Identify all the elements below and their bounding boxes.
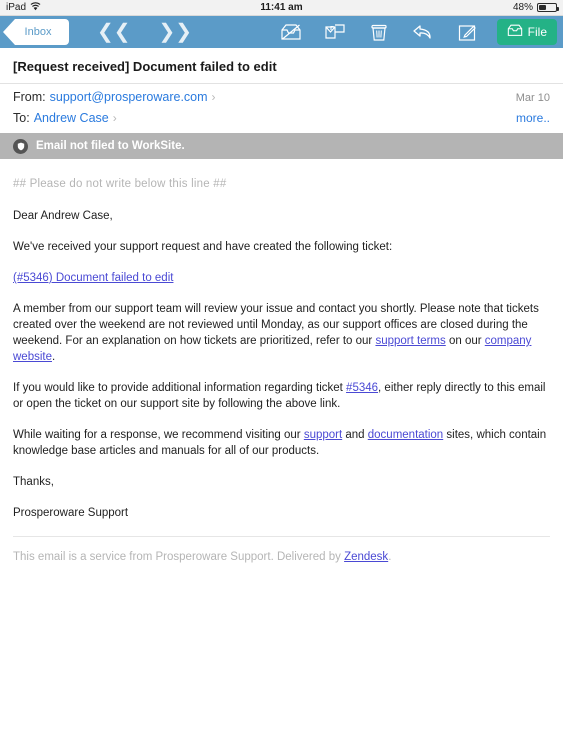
signature-text: Prosperoware Support (13, 507, 129, 519)
filing-status-text: Email not filed to WorkSite. (36, 140, 185, 152)
toolbar: Inbox ❮❮ ❯❯ File (0, 16, 563, 48)
status-bar-right: 48% (512, 2, 559, 13)
documentation-link[interactable]: documentation (368, 429, 443, 441)
status-bar: iPad 11:41 am 48% (0, 0, 563, 16)
email-footer: This email is a service from Prosperowar… (13, 549, 550, 565)
paragraph-additional-info: If you would like to provide additional … (13, 380, 550, 412)
footer-text-b: . (388, 551, 392, 563)
to-label: To: (13, 111, 30, 125)
from-label: From: (13, 90, 46, 104)
zendesk-link[interactable]: Zendesk (344, 551, 388, 563)
chevron-right-icon[interactable]: › (212, 90, 216, 104)
para4-text-b: and (342, 429, 368, 441)
ticket-title-link[interactable]: (#5346) Document failed to edit (13, 270, 173, 286)
intro-text: We've received your support request and … (13, 241, 393, 253)
battery-percent-label: 48% (512, 2, 533, 13)
compose-icon[interactable] (452, 19, 482, 45)
from-row: From: support@prosperoware.com › Mar 10 (0, 84, 563, 109)
do-not-write-below-line: ## Please do not write below this line #… (13, 178, 227, 190)
battery-icon (537, 3, 559, 12)
chevron-right-icon[interactable]: › (113, 111, 117, 125)
thanks-text: Thanks, (13, 476, 54, 488)
file-tray-icon (507, 24, 523, 40)
support-link[interactable]: support (304, 429, 342, 441)
message-subject: [Request received] Document failed to ed… (0, 48, 563, 84)
file-button-label: File (527, 25, 547, 39)
back-to-inbox-button[interactable]: Inbox (3, 19, 69, 45)
filing-status-banner[interactable]: Email not filed to WorkSite. (0, 133, 563, 159)
footer-text-a: This email is a service from Prosperowar… (13, 551, 345, 563)
to-row: To: Andrew Case › more.. (0, 109, 563, 133)
chevron-double-right-icon[interactable]: ❯❯ (145, 22, 207, 42)
battery-fill (539, 5, 546, 10)
message-date: Mar 10 (515, 92, 550, 104)
from-address-link[interactable]: support@prosperoware.com (50, 90, 208, 104)
file-button[interactable]: File (496, 19, 557, 45)
trash-icon[interactable] (364, 19, 394, 45)
move-to-folder-icon[interactable] (320, 19, 350, 45)
device-name: iPad (6, 2, 27, 13)
to-recipient-link[interactable]: Andrew Case (34, 111, 109, 125)
status-bar-clock: 11:41 am (260, 2, 303, 13)
reply-icon[interactable] (408, 19, 438, 45)
para4-text-a: While waiting for a response, we recomme… (13, 429, 304, 441)
paragraph-resources: While waiting for a response, we recomme… (13, 427, 550, 459)
para2-text-c: . (52, 351, 56, 363)
para2-text-b: on our (445, 335, 485, 347)
more-details-link[interactable]: more.. (516, 111, 550, 125)
status-bar-left: iPad (6, 1, 41, 14)
greeting-text: Dear Andrew Case, (13, 210, 113, 222)
back-button-label: Inbox (24, 26, 52, 38)
email-body: ## Please do not write below this line #… (0, 159, 563, 565)
shield-icon (13, 138, 28, 154)
para3-text-a: If you would like to provide additional … (13, 382, 347, 394)
wifi-icon (30, 1, 41, 14)
support-terms-link[interactable]: support terms (375, 335, 445, 347)
paragraph-support-team: A member from our support team will revi… (13, 301, 550, 365)
footer-divider (13, 536, 550, 537)
ticket-number-link[interactable]: #5346 (346, 382, 378, 394)
mark-unread-icon[interactable] (276, 19, 306, 45)
chevron-double-left-icon[interactable]: ❮❮ (83, 22, 145, 42)
